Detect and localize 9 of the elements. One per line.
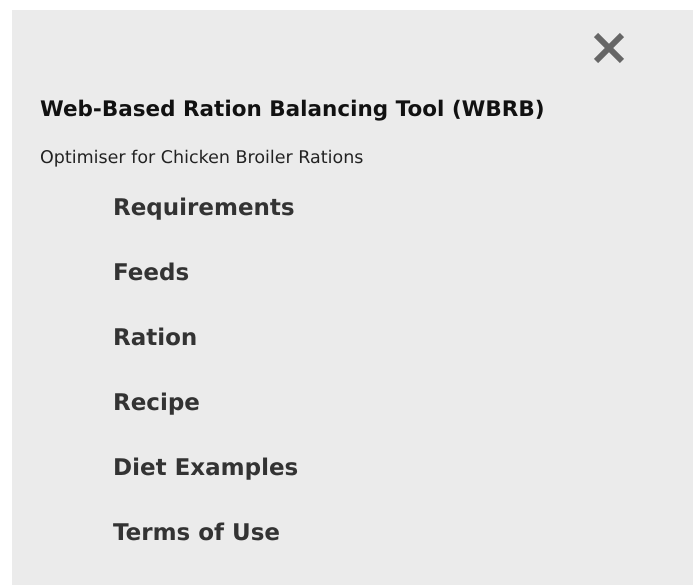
menu-link[interactable]: Ration (113, 322, 198, 354)
app-title: Web-Based Ration Balancing Tool (WBRB) (40, 96, 546, 124)
menu-link[interactable]: Terms of Use (113, 517, 280, 549)
menu-link[interactable]: Recipe (113, 387, 200, 419)
close-icon (592, 31, 626, 65)
menu-link[interactable]: Diet Examples (113, 452, 298, 484)
menu-link[interactable]: Requirements (113, 192, 295, 224)
app-subtitle: Optimiser for Chicken Broiler Rations (40, 147, 364, 170)
menu-link[interactable]: Feeds (113, 257, 190, 289)
